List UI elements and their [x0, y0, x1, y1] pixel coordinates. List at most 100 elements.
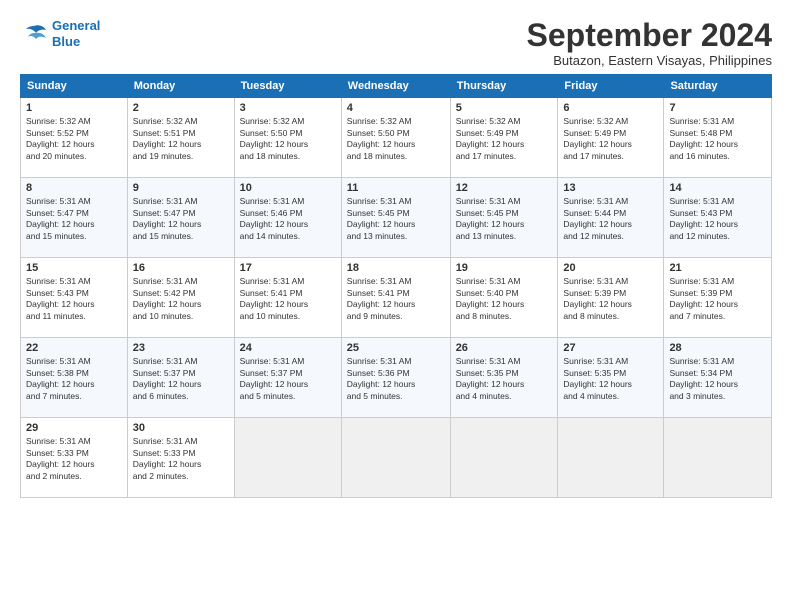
- day-cell-2: 2 Sunrise: 5:32 AMSunset: 5:51 PMDaylight…: [127, 98, 234, 178]
- day-number: 7: [669, 102, 766, 114]
- day-number: 29: [26, 422, 122, 434]
- day-info: Sunrise: 5:31 AMSunset: 5:45 PMDaylight:…: [456, 196, 553, 242]
- day-cell-21: 21Sunrise: 5:31 AMSunset: 5:39 PMDayligh…: [664, 258, 772, 338]
- day-number: 5: [456, 102, 553, 114]
- day-number: 21: [669, 262, 766, 274]
- day-number: 15: [26, 262, 122, 274]
- col-thursday: Thursday: [450, 75, 558, 98]
- day-number: 23: [133, 342, 229, 354]
- logo-line1: General: [52, 18, 100, 33]
- day-info: Sunrise: 5:31 AMSunset: 5:40 PMDaylight:…: [456, 276, 553, 322]
- page: General Blue September 2024 Butazon, Eas…: [0, 0, 792, 612]
- day-cell-12: 12 Sunrise: 5:31 AMSunset: 5:45 PMDayligh…: [450, 178, 558, 258]
- day-cell-5: 5 Sunrise: 5:32 AMSunset: 5:49 PMDaylight…: [450, 98, 558, 178]
- day-info: Sunrise: 5:31 AMSunset: 5:47 PMDaylight:…: [26, 196, 122, 242]
- day-number: 14: [669, 182, 766, 194]
- day-info: Sunrise: 5:32 AMSunset: 5:49 PMDaylight:…: [456, 116, 553, 162]
- day-cell-4: 4 Sunrise: 5:32 AMSunset: 5:50 PMDaylight…: [341, 98, 450, 178]
- day-cell-3: 3Sunrise: 5:32 AMSunset: 5:50 PMDaylight…: [234, 98, 341, 178]
- week-row-4: 22Sunrise: 5:31 AMSunset: 5:38 PMDayligh…: [21, 338, 772, 418]
- day-info: Sunrise: 5:31 AMSunset: 5:33 PMDaylight:…: [133, 436, 229, 482]
- day-info: Sunrise: 5:31 AMSunset: 5:44 PMDaylight:…: [563, 196, 658, 242]
- day-cell-7: 7 Sunrise: 5:31 AMSunset: 5:48 PMDaylight…: [664, 98, 772, 178]
- day-cell-10: 10Sunrise: 5:31 AMSunset: 5:46 PMDayligh…: [234, 178, 341, 258]
- day-info: Sunrise: 5:31 AMSunset: 5:41 PMDaylight:…: [347, 276, 445, 322]
- week-row-3: 15 Sunrise: 5:31 AMSunset: 5:43 PMDayligh…: [21, 258, 772, 338]
- day-cell-6: 6Sunrise: 5:32 AMSunset: 5:49 PMDaylight…: [558, 98, 664, 178]
- day-cell-24: 24Sunrise: 5:31 AMSunset: 5:37 PMDayligh…: [234, 338, 341, 418]
- day-number: 27: [563, 342, 658, 354]
- day-info: Sunrise: 5:32 AMSunset: 5:51 PMDaylight:…: [133, 116, 229, 162]
- day-cell-28: 28 Sunrise: 5:31 AMSunset: 5:34 PMDayligh…: [664, 338, 772, 418]
- day-number: 20: [563, 262, 658, 274]
- day-cell-26: 26 Sunrise: 5:31 AMSunset: 5:35 PMDayligh…: [450, 338, 558, 418]
- day-info: Sunrise: 5:31 AMSunset: 5:47 PMDaylight:…: [133, 196, 229, 242]
- logo-line2: Blue: [52, 34, 80, 49]
- col-wednesday: Wednesday: [341, 75, 450, 98]
- day-number: 26: [456, 342, 553, 354]
- day-info: Sunrise: 5:31 AMSunset: 5:33 PMDaylight:…: [26, 436, 122, 482]
- day-number: 17: [240, 262, 336, 274]
- day-number: 1: [26, 102, 122, 114]
- col-monday: Monday: [127, 75, 234, 98]
- col-friday: Friday: [558, 75, 664, 98]
- day-info: Sunrise: 5:31 AMSunset: 5:43 PMDaylight:…: [669, 196, 766, 242]
- day-cell-empty: [558, 418, 664, 498]
- day-cell-20: 20 Sunrise: 5:31 AMSunset: 5:39 PMDayligh…: [558, 258, 664, 338]
- day-cell-15: 15 Sunrise: 5:31 AMSunset: 5:43 PMDayligh…: [21, 258, 128, 338]
- week-row-5: 29 Sunrise: 5:31 AMSunset: 5:33 PMDayligh…: [21, 418, 772, 498]
- day-cell-16: 16Sunrise: 5:31 AMSunset: 5:42 PMDayligh…: [127, 258, 234, 338]
- day-number: 9: [133, 182, 229, 194]
- header: General Blue September 2024 Butazon, Eas…: [20, 18, 772, 68]
- day-info: Sunrise: 5:32 AMSunset: 5:50 PMDaylight:…: [240, 116, 336, 162]
- day-number: 8: [26, 182, 122, 194]
- day-number: 4: [347, 102, 445, 114]
- day-cell-empty: [664, 418, 772, 498]
- day-cell-18: 18 Sunrise: 5:31 AMSunset: 5:41 PMDayligh…: [341, 258, 450, 338]
- day-cell-17: 17 Sunrise: 5:31 AMSunset: 5:41 PMDayligh…: [234, 258, 341, 338]
- day-number: 28: [669, 342, 766, 354]
- day-info: Sunrise: 5:31 AMSunset: 5:38 PMDaylight:…: [26, 356, 122, 402]
- location: Butazon, Eastern Visayas, Philippines: [527, 53, 772, 68]
- day-number: 12: [456, 182, 553, 194]
- day-cell-empty: [450, 418, 558, 498]
- day-info: Sunrise: 5:31 AMSunset: 5:34 PMDaylight:…: [669, 356, 766, 402]
- day-info: Sunrise: 5:31 AMSunset: 5:45 PMDaylight:…: [347, 196, 445, 242]
- day-info: Sunrise: 5:31 AMSunset: 5:37 PMDaylight:…: [133, 356, 229, 402]
- day-info: Sunrise: 5:31 AMSunset: 5:43 PMDaylight:…: [26, 276, 122, 322]
- day-info: Sunrise: 5:31 AMSunset: 5:48 PMDaylight:…: [669, 116, 766, 162]
- day-cell-19: 19Sunrise: 5:31 AMSunset: 5:40 PMDayligh…: [450, 258, 558, 338]
- day-cell-8: 8 Sunrise: 5:31 AMSunset: 5:47 PMDaylight…: [21, 178, 128, 258]
- title-block: September 2024 Butazon, Eastern Visayas,…: [527, 18, 772, 68]
- day-info: Sunrise: 5:31 AMSunset: 5:46 PMDaylight:…: [240, 196, 336, 242]
- day-number: 25: [347, 342, 445, 354]
- day-cell-30: 30 Sunrise: 5:31 AMSunset: 5:33 PMDayligh…: [127, 418, 234, 498]
- calendar-header-row: Sunday Monday Tuesday Wednesday Thursday…: [21, 75, 772, 98]
- day-info: Sunrise: 5:31 AMSunset: 5:35 PMDaylight:…: [456, 356, 553, 402]
- day-cell-11: 11 Sunrise: 5:31 AMSunset: 5:45 PMDayligh…: [341, 178, 450, 258]
- day-info: Sunrise: 5:32 AMSunset: 5:50 PMDaylight:…: [347, 116, 445, 162]
- day-cell-1: 1 Sunrise: 5:32 AMSunset: 5:52 PMDaylight…: [21, 98, 128, 178]
- day-cell-empty: [234, 418, 341, 498]
- day-cell-9: 9 Sunrise: 5:31 AMSunset: 5:47 PMDaylight…: [127, 178, 234, 258]
- day-number: 30: [133, 422, 229, 434]
- day-info: Sunrise: 5:31 AMSunset: 5:39 PMDaylight:…: [563, 276, 658, 322]
- day-number: 2: [133, 102, 229, 114]
- day-info: Sunrise: 5:31 AMSunset: 5:41 PMDaylight:…: [240, 276, 336, 322]
- day-cell-14: 14 Sunrise: 5:31 AMSunset: 5:43 PMDayligh…: [664, 178, 772, 258]
- col-saturday: Saturday: [664, 75, 772, 98]
- day-info: Sunrise: 5:32 AMSunset: 5:52 PMDaylight:…: [26, 116, 122, 162]
- day-number: 24: [240, 342, 336, 354]
- day-number: 18: [347, 262, 445, 274]
- day-info: Sunrise: 5:31 AMSunset: 5:36 PMDaylight:…: [347, 356, 445, 402]
- day-number: 11: [347, 182, 445, 194]
- day-info: Sunrise: 5:31 AMSunset: 5:42 PMDaylight:…: [133, 276, 229, 322]
- calendar: Sunday Monday Tuesday Wednesday Thursday…: [20, 74, 772, 498]
- month-title: September 2024: [527, 18, 772, 53]
- day-number: 13: [563, 182, 658, 194]
- week-row-2: 8 Sunrise: 5:31 AMSunset: 5:47 PMDaylight…: [21, 178, 772, 258]
- col-tuesday: Tuesday: [234, 75, 341, 98]
- day-cell-22: 22Sunrise: 5:31 AMSunset: 5:38 PMDayligh…: [21, 338, 128, 418]
- col-sunday: Sunday: [21, 75, 128, 98]
- day-info: Sunrise: 5:32 AMSunset: 5:49 PMDaylight:…: [563, 116, 658, 162]
